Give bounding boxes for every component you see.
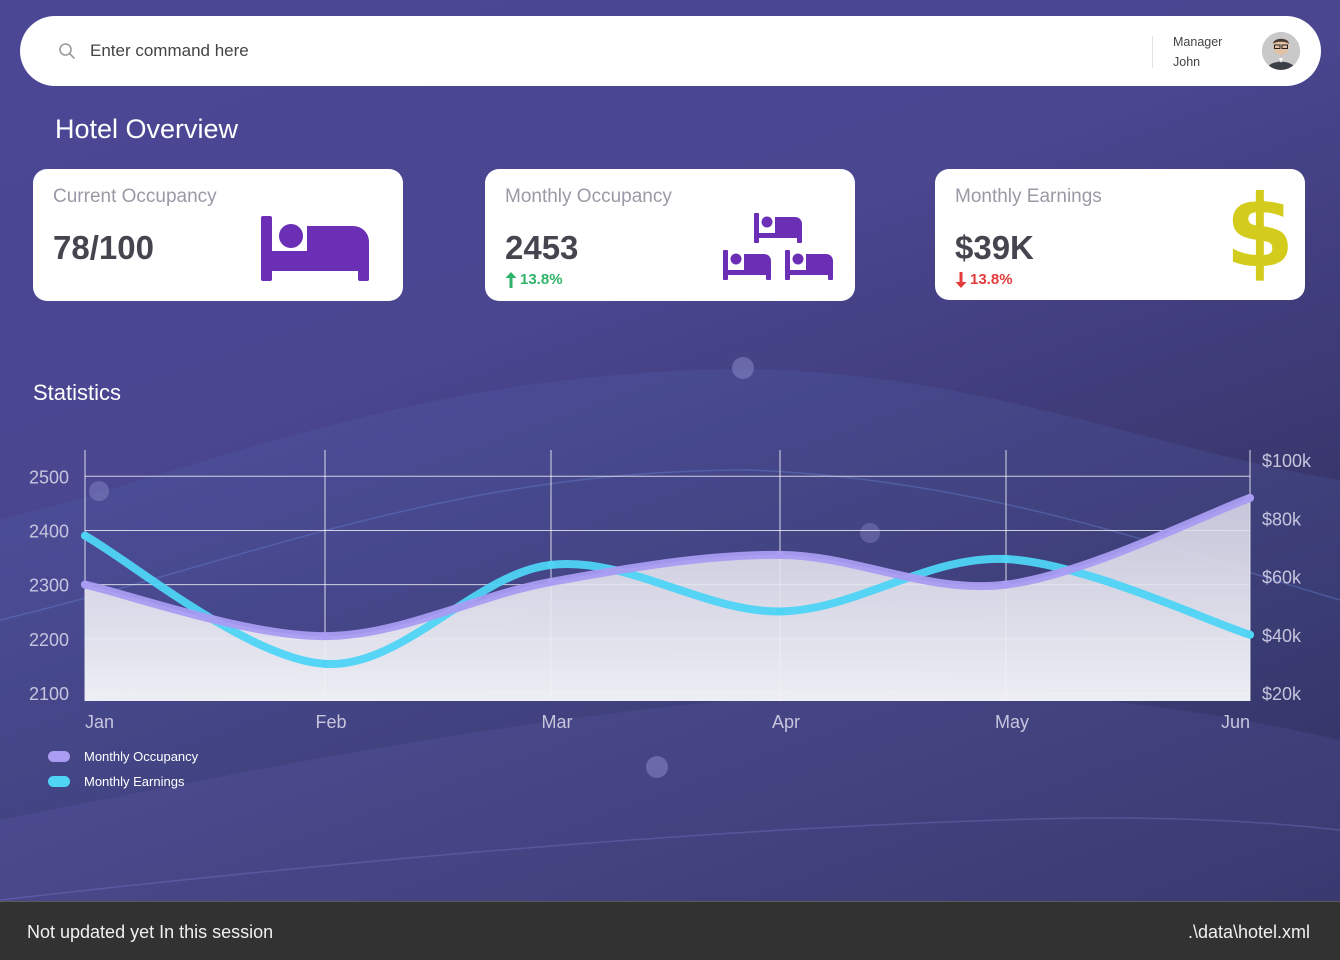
current-occupancy-card: Current Occupancy 78/100 <box>33 169 403 301</box>
command-input[interactable] <box>90 36 1150 66</box>
occupancy-point <box>1002 580 1010 589</box>
legend-label: Monthly Earnings <box>84 774 185 789</box>
statistics-chart: 2100 2200 2300 2400 2500 $20k $40k $60k $80k $100… <box>29 450 1312 732</box>
card-value: $39K <box>955 229 1034 266</box>
left-axis-tick: 2400 <box>29 521 69 541</box>
command-bar: Manager John <box>20 16 1321 86</box>
monthly-occupancy-card: Monthly Occupancy 2453 13.8% <box>485 169 855 301</box>
arrow-up-icon <box>505 271 517 288</box>
left-axis-tick: 2500 <box>29 467 69 487</box>
arrow-down-icon <box>955 271 967 288</box>
data-file-path: .\data\hotel.xml <box>1187 922 1310 942</box>
user-role: Manager <box>1173 35 1223 49</box>
occupancy-area <box>85 497 1250 701</box>
user-name: John <box>1173 55 1201 69</box>
right-axis-tick: $80k <box>1262 509 1302 529</box>
earnings-delta: 13.8% <box>955 271 1013 288</box>
bed-icon <box>261 216 369 281</box>
beds-icon <box>723 213 833 280</box>
right-axis-tick: $20k <box>1262 684 1302 704</box>
x-axis-tick: Jan <box>85 712 114 732</box>
right-axis-tick: $60k <box>1262 568 1302 588</box>
x-axis-tick: Mar <box>542 712 573 732</box>
avatar[interactable] <box>1262 32 1300 70</box>
left-axis-tick: 2300 <box>29 576 69 596</box>
right-axis-tick: $100k <box>1262 451 1312 471</box>
statistics-title: Statistics <box>33 380 122 405</box>
search-icon[interactable] <box>58 42 76 60</box>
earnings-point <box>547 560 555 569</box>
legend-item-occupancy[interactable]: Monthly Occupancy <box>48 744 198 769</box>
chart-area <box>85 497 1250 701</box>
chart-legend: Monthly Occupancy Monthly Earnings <box>48 744 198 794</box>
earnings-point <box>1002 555 1010 564</box>
card-label: Monthly Occupancy <box>505 186 672 207</box>
card-value: 2453 <box>505 229 579 266</box>
occupancy-point <box>1246 493 1254 502</box>
earnings-point <box>81 531 89 540</box>
card-label: Current Occupancy <box>53 186 217 207</box>
right-axis-tick: $40k <box>1262 626 1302 646</box>
earnings-point <box>1246 630 1254 639</box>
occupancy-point <box>776 550 784 559</box>
monthly-earnings-card: Monthly Earnings $39K 13.8% $ <box>935 169 1305 300</box>
legend-swatch <box>48 751 70 762</box>
card-label: Monthly Earnings <box>955 186 1102 207</box>
x-axis-tick: Jun <box>1221 712 1250 732</box>
status-message: Not updated yet In this session <box>27 922 274 942</box>
delta-value: 13.8% <box>520 271 563 288</box>
page-title: Hotel Overview <box>55 114 239 144</box>
status-bar: Not updated yet In this session .\data\h… <box>0 901 1340 960</box>
earnings-point <box>776 607 784 616</box>
legend-item-earnings[interactable]: Monthly Earnings <box>48 769 198 794</box>
occupancy-point <box>547 577 555 586</box>
earnings-point <box>321 659 329 668</box>
left-axis-tick: 2100 <box>29 684 69 704</box>
x-axis-tick: Feb <box>315 712 346 732</box>
occupancy-point <box>81 580 89 589</box>
x-axis-tick: May <box>995 712 1029 732</box>
delta-value: 13.8% <box>970 271 1013 288</box>
occupancy-delta: 13.8% <box>505 271 563 288</box>
user-avatar-icon <box>1262 32 1300 70</box>
dollar-icon: $ <box>1225 173 1295 290</box>
card-value: 78/100 <box>53 229 154 266</box>
x-axis-tick: Apr <box>772 712 800 732</box>
legend-label: Monthly Occupancy <box>84 749 199 764</box>
left-axis-tick: 2200 <box>29 630 69 650</box>
user-divider <box>1152 36 1153 68</box>
occupancy-point <box>321 632 329 641</box>
legend-swatch <box>48 776 70 787</box>
